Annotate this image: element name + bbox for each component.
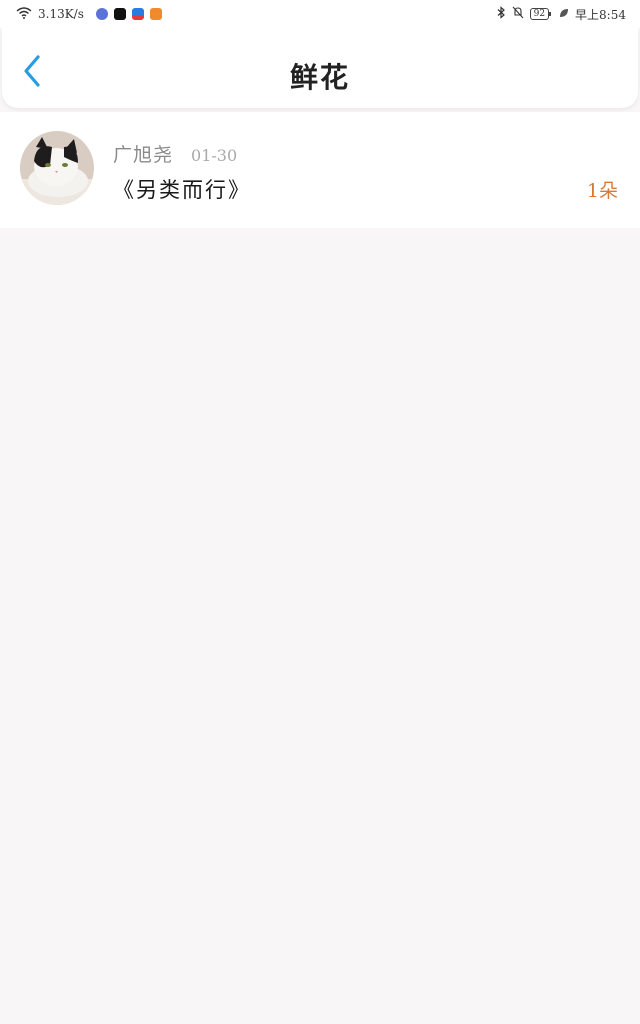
record-date: 01-30 xyxy=(191,146,238,165)
status-bar: 3.13K/s 92 早上8:54 xyxy=(0,0,640,28)
record-meta: 广旭尧 01-30 xyxy=(113,140,237,167)
video-app-icon xyxy=(149,8,162,20)
work-title[interactable]: 《另类而行》 xyxy=(113,174,251,204)
page-header: 鲜花 xyxy=(2,28,638,108)
clock: 早上8:54 xyxy=(575,7,626,22)
list-item[interactable]: 广旭尧 01-30 《另类而行》 1朵 xyxy=(0,112,640,228)
leaf-icon xyxy=(559,7,569,21)
shopping-app-icon xyxy=(131,8,144,20)
network-speed: 3.13K/s xyxy=(38,7,84,21)
tiktok-app-icon xyxy=(113,8,126,20)
bluetooth-icon xyxy=(497,6,506,22)
flower-record-list: 广旭尧 01-30 《另类而行》 1朵 xyxy=(0,112,640,228)
status-bar-right: 92 早上8:54 xyxy=(497,6,626,22)
battery-indicator: 92 xyxy=(529,8,552,20)
status-bar-left: 3.13K/s xyxy=(16,6,162,22)
wifi-icon xyxy=(16,6,32,22)
page-title: 鲜花 xyxy=(289,61,350,94)
mute-bell-icon xyxy=(512,6,524,22)
user-name[interactable]: 广旭尧 xyxy=(113,140,173,167)
avatar[interactable] xyxy=(20,131,94,205)
music-app-icon xyxy=(95,8,108,20)
flower-count: 1朵 xyxy=(586,180,618,202)
